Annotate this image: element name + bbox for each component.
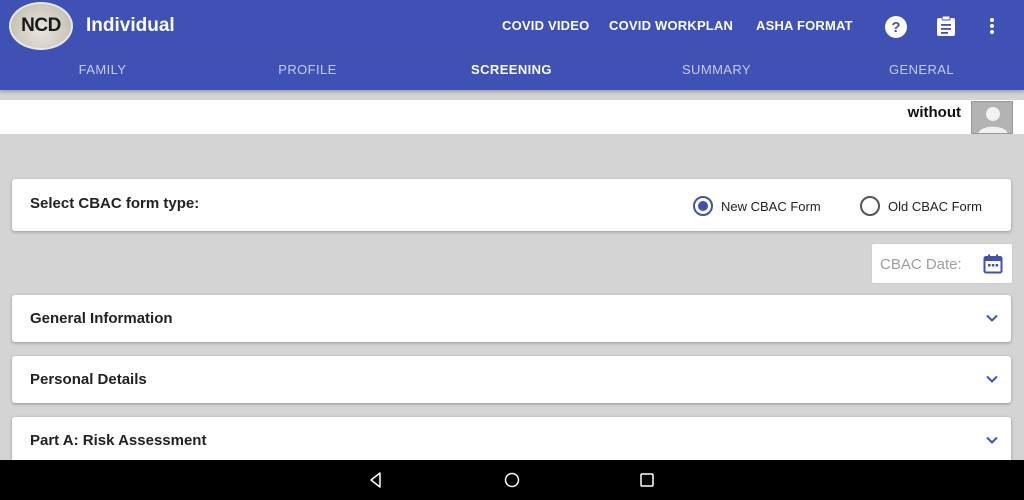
form-type-label: Select CBAC form type: bbox=[30, 195, 200, 212]
covid-video-button[interactable]: COVID VIDEO bbox=[502, 18, 589, 33]
logo-text: NCD bbox=[21, 15, 61, 36]
system-nav-bar bbox=[0, 460, 1024, 500]
chevron-down-icon[interactable] bbox=[985, 372, 999, 386]
app-title: Individual bbox=[86, 15, 175, 36]
more-vert-icon[interactable] bbox=[985, 15, 999, 37]
covid-workplan-button[interactable]: COVID WORKPLAN bbox=[609, 18, 733, 33]
tab-bar: FAMILY PROFILE SCREENING SUMMARY GENERAL bbox=[0, 53, 1024, 90]
recents-icon[interactable] bbox=[638, 471, 656, 489]
radio-checked-icon[interactable] bbox=[693, 196, 713, 216]
section-personal-details[interactable]: Personal Details bbox=[12, 356, 1011, 403]
tab-summary[interactable]: SUMMARY bbox=[614, 62, 819, 77]
chevron-down-icon[interactable] bbox=[985, 433, 999, 447]
cbac-date-placeholder: CBAC Date: bbox=[880, 256, 962, 273]
section-title: Part A: Risk Assessment bbox=[30, 432, 207, 449]
radio-old-cbac[interactable]: Old CBAC Form bbox=[860, 196, 982, 216]
radio-new-cbac[interactable]: New CBAC Form bbox=[693, 196, 821, 216]
person-placeholder-icon bbox=[972, 102, 1012, 133]
tab-profile[interactable]: PROFILE bbox=[205, 62, 410, 77]
user-name: without bbox=[907, 104, 961, 121]
back-icon[interactable] bbox=[367, 471, 385, 489]
cbac-date-field[interactable]: CBAC Date: bbox=[871, 243, 1013, 284]
cbac-form-type-card: Select CBAC form type: New CBAC Form Old… bbox=[12, 179, 1011, 231]
chevron-down-icon[interactable] bbox=[985, 311, 999, 325]
tab-screening[interactable]: SCREENING bbox=[409, 62, 614, 77]
app-bar: NCD Individual COVID VIDEO COVID WORKPLA… bbox=[0, 0, 1024, 53]
avatar[interactable] bbox=[971, 101, 1013, 134]
section-title: Personal Details bbox=[30, 371, 147, 388]
radio-new-label: New CBAC Form bbox=[721, 198, 821, 214]
user-bar: without bbox=[0, 100, 1024, 134]
calendar-icon[interactable] bbox=[983, 254, 1003, 274]
radio-old-label: Old CBAC Form bbox=[888, 198, 982, 214]
home-icon[interactable] bbox=[503, 471, 521, 489]
radio-unchecked-icon[interactable] bbox=[860, 196, 880, 216]
tab-family[interactable]: FAMILY bbox=[0, 62, 205, 77]
help-icon[interactable]: ? bbox=[885, 16, 907, 38]
asha-format-button[interactable]: ASHA FORMAT bbox=[756, 18, 853, 33]
clipboard-icon[interactable] bbox=[936, 15, 956, 37]
tab-general[interactable]: GENERAL bbox=[819, 62, 1024, 77]
app-logo[interactable]: NCD bbox=[9, 2, 73, 50]
section-title: General Information bbox=[30, 310, 173, 327]
section-general-information[interactable]: General Information bbox=[12, 295, 1011, 342]
